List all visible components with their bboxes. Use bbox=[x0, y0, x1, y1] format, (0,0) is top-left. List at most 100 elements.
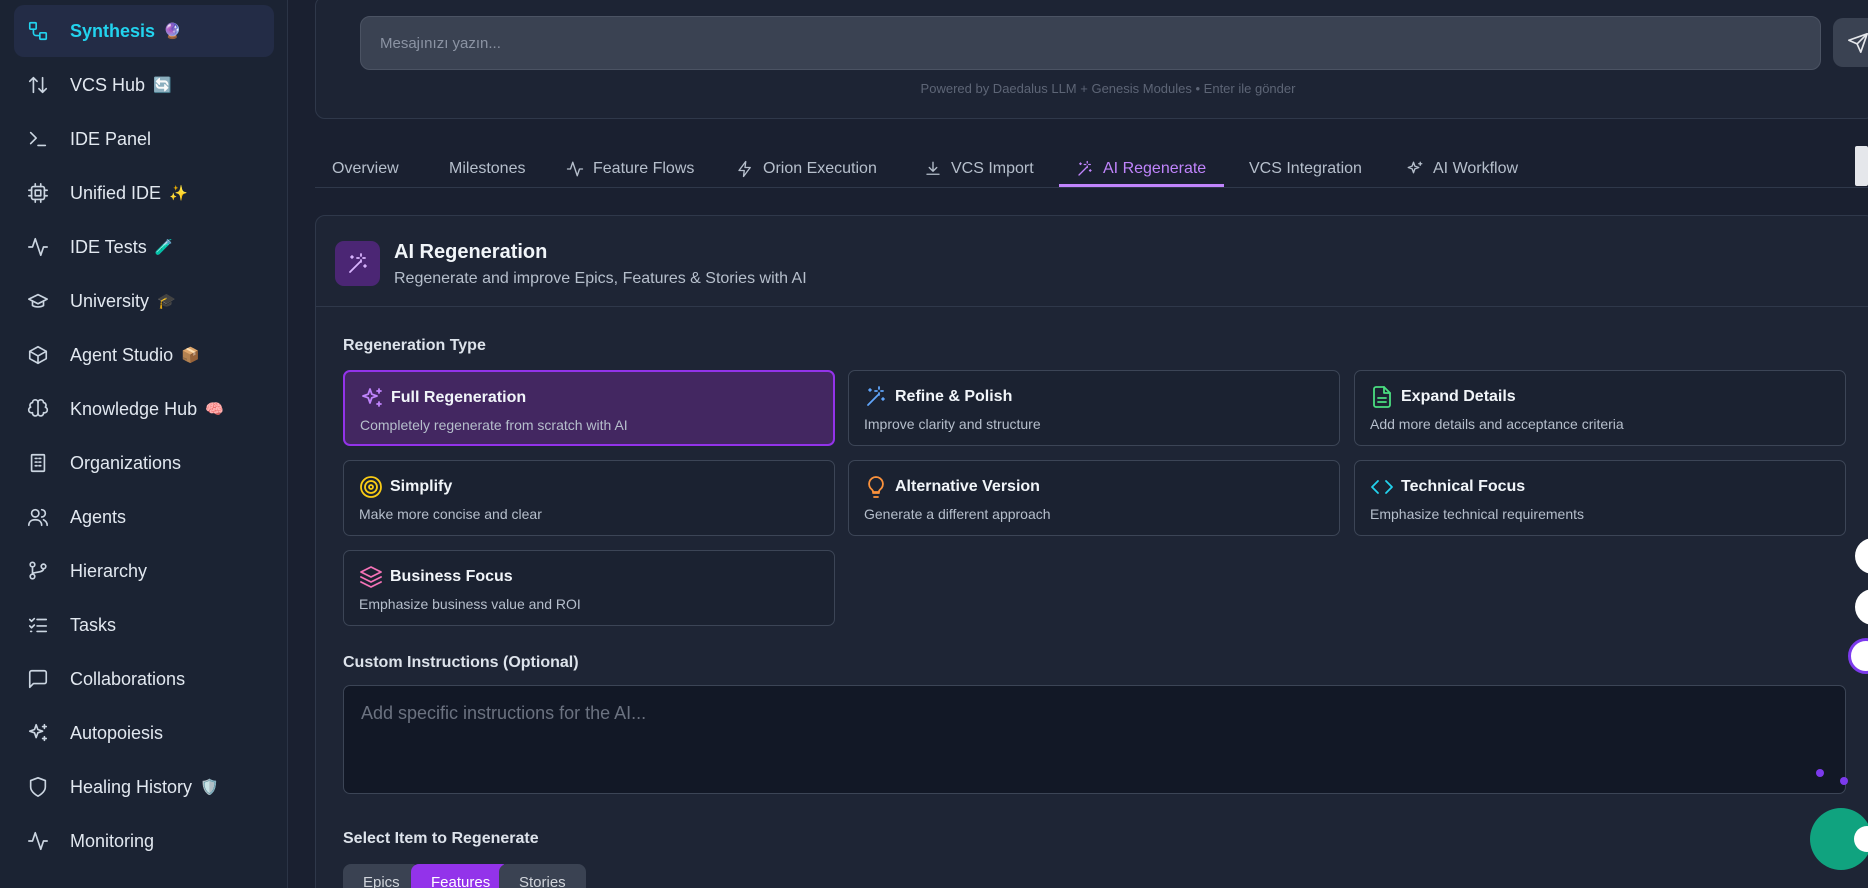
shield-icon bbox=[26, 775, 50, 799]
item-type-features[interactable]: Features bbox=[411, 864, 511, 888]
tab-ai-regenerate[interactable]: AI Regenerate bbox=[1076, 150, 1206, 188]
sidebar-item-hierarchy[interactable]: Hierarchy bbox=[14, 545, 274, 597]
terminal-icon bbox=[26, 127, 50, 151]
option-title: Refine & Polish bbox=[895, 388, 1013, 405]
tab-overview[interactable]: Overview bbox=[332, 150, 399, 188]
file-text-icon bbox=[1370, 385, 1394, 409]
assistant-fab[interactable] bbox=[1810, 808, 1868, 870]
chat-input[interactable] bbox=[360, 16, 1821, 70]
option-desc: Add more details and acceptance criteria bbox=[1370, 416, 1624, 432]
sidebar-item-autopoiesis[interactable]: Autopoiesis bbox=[14, 707, 274, 759]
wand-icon bbox=[335, 241, 380, 286]
arrows-updown-icon bbox=[26, 73, 50, 97]
active-tab-indicator bbox=[1059, 184, 1224, 187]
sidebar-item-synthesis[interactable]: Synthesis 🔮 bbox=[14, 5, 274, 57]
download-icon bbox=[926, 161, 940, 175]
tab-label: AI Workflow bbox=[1433, 160, 1519, 177]
sidebar-item-agent-studio[interactable]: Agent Studio 📦 bbox=[14, 329, 274, 381]
option-simplify[interactable]: Simplify Make more concise and clear bbox=[343, 460, 835, 536]
building-icon bbox=[26, 451, 50, 475]
sidebar-item-emoji: 🎓 bbox=[157, 292, 176, 310]
sidebar-item-label: Hierarchy bbox=[70, 560, 148, 581]
activity-icon bbox=[566, 161, 584, 177]
sidebar-item-university[interactable]: University 🎓 bbox=[14, 275, 274, 327]
sparkles-icon bbox=[360, 386, 384, 410]
sidebar-item-label: Healing History bbox=[70, 776, 193, 797]
workflow-icon bbox=[26, 19, 50, 43]
option-title: Full Regeneration bbox=[391, 389, 527, 406]
typing-dot bbox=[1840, 777, 1848, 785]
graduation-cap-icon bbox=[26, 289, 50, 313]
sidebar-item-label: IDE Panel bbox=[70, 128, 152, 149]
layers-icon bbox=[359, 565, 383, 589]
send-icon bbox=[1847, 32, 1868, 53]
option-business-focus[interactable]: Business Focus Emphasize business value … bbox=[343, 550, 835, 626]
sidebar-item-monitoring[interactable]: Monitoring bbox=[14, 815, 274, 867]
option-desc: Completely regenerate from scratch with … bbox=[360, 417, 628, 433]
lightbulb-icon bbox=[864, 475, 888, 499]
sidebar-item-vcs-hub[interactable]: VCS Hub 🔄 bbox=[14, 59, 274, 111]
users-icon bbox=[26, 505, 50, 529]
brain-icon bbox=[26, 397, 50, 421]
option-desc: Generate a different approach bbox=[864, 506, 1051, 522]
panel-subtitle: Regenerate and improve Epics, Features &… bbox=[394, 270, 807, 287]
zap-icon bbox=[738, 160, 751, 178]
option-desc: Make more concise and clear bbox=[359, 506, 542, 522]
tab-feature-flows[interactable]: Feature Flows bbox=[566, 150, 694, 188]
typing-dot bbox=[1816, 769, 1824, 777]
item-type-stories[interactable]: Stories bbox=[499, 864, 586, 888]
powered-by-text: Powered by Daedalus LLM + Genesis Module… bbox=[920, 81, 1296, 96]
tab-orion-execution[interactable]: Orion Execution bbox=[736, 150, 877, 188]
option-title: Alternative Version bbox=[895, 478, 1040, 495]
sidebar-item-knowledge-hub[interactable]: Knowledge Hub 🧠 bbox=[14, 383, 274, 435]
tab-label: AI Regenerate bbox=[1103, 160, 1207, 177]
sidebar-item-ide-tests[interactable]: IDE Tests 🧪 bbox=[14, 221, 274, 273]
tab-bar: Overview Milestones Feature Flows Orion … bbox=[315, 150, 1868, 188]
option-technical-focus[interactable]: Technical Focus Emphasize technical requ… bbox=[1354, 460, 1846, 536]
activity-icon bbox=[26, 829, 50, 853]
item-type-epics[interactable]: Epics bbox=[343, 864, 420, 888]
sidebar-item-label: Agent Studio bbox=[70, 344, 174, 365]
tab-vcs-import[interactable]: VCS Import bbox=[924, 150, 1034, 188]
sidebar-item-label: Agents bbox=[70, 506, 127, 527]
sidebar: Synthesis 🔮 VCS Hub 🔄 IDE Panel Unified … bbox=[0, 0, 288, 888]
sidebar-item-label: Organizations bbox=[70, 452, 182, 473]
scroll-arrows[interactable] bbox=[1855, 146, 1868, 186]
custom-instructions-label: Custom Instructions (Optional) bbox=[343, 654, 579, 671]
sidebar-item-tasks[interactable]: Tasks bbox=[14, 599, 274, 651]
sidebar-item-label: IDE Tests bbox=[70, 236, 147, 257]
send-button[interactable] bbox=[1833, 18, 1868, 67]
tab-vcs-integration[interactable]: VCS Integration bbox=[1249, 150, 1362, 188]
tab-label: Feature Flows bbox=[593, 160, 695, 177]
cpu-icon bbox=[26, 181, 50, 205]
option-refine-polish[interactable]: Refine & Polish Improve clarity and stru… bbox=[848, 370, 1340, 446]
sidebar-item-label: Collaborations bbox=[70, 668, 186, 689]
option-title: Expand Details bbox=[1401, 388, 1516, 405]
sidebar-item-label: Tasks bbox=[70, 614, 117, 635]
panel-title: AI Regeneration bbox=[394, 241, 548, 263]
custom-instructions-input[interactable] bbox=[343, 685, 1846, 794]
sidebar-item-collaborations[interactable]: Collaborations bbox=[14, 653, 274, 705]
tab-ai-workflow[interactable]: AI Workflow bbox=[1406, 150, 1518, 188]
option-alternative-version[interactable]: Alternative Version Generate a different… bbox=[848, 460, 1340, 536]
tab-milestones[interactable]: Milestones bbox=[449, 150, 525, 188]
code-icon bbox=[1370, 475, 1394, 499]
sidebar-item-label: Monitoring bbox=[70, 830, 155, 851]
sidebar-item-label: Knowledge Hub bbox=[70, 398, 198, 419]
sidebar-item-healing-history[interactable]: Healing History 🛡️ bbox=[14, 761, 274, 813]
sidebar-item-organizations[interactable]: Organizations bbox=[14, 437, 274, 489]
sidebar-item-label: Synthesis bbox=[70, 20, 156, 41]
sidebar-item-unified-ide[interactable]: Unified IDE ✨ bbox=[14, 167, 274, 219]
sidebar-item-emoji: 🔄 bbox=[153, 76, 172, 94]
target-icon bbox=[359, 475, 383, 499]
tab-label: VCS Import bbox=[951, 160, 1034, 177]
sidebar-item-ide-panel[interactable]: IDE Panel bbox=[14, 113, 274, 165]
option-full-regeneration[interactable]: Full Regeneration Completely regenerate … bbox=[343, 370, 835, 446]
regeneration-type-label: Regeneration Type bbox=[343, 337, 486, 354]
option-title: Technical Focus bbox=[1401, 478, 1526, 495]
option-expand-details[interactable]: Expand Details Add more details and acce… bbox=[1354, 370, 1846, 446]
fab-icon bbox=[1854, 826, 1868, 852]
option-desc: Emphasize business value and ROI bbox=[359, 596, 581, 612]
git-branch-icon bbox=[26, 559, 50, 583]
sidebar-item-agents[interactable]: Agents bbox=[14, 491, 274, 543]
